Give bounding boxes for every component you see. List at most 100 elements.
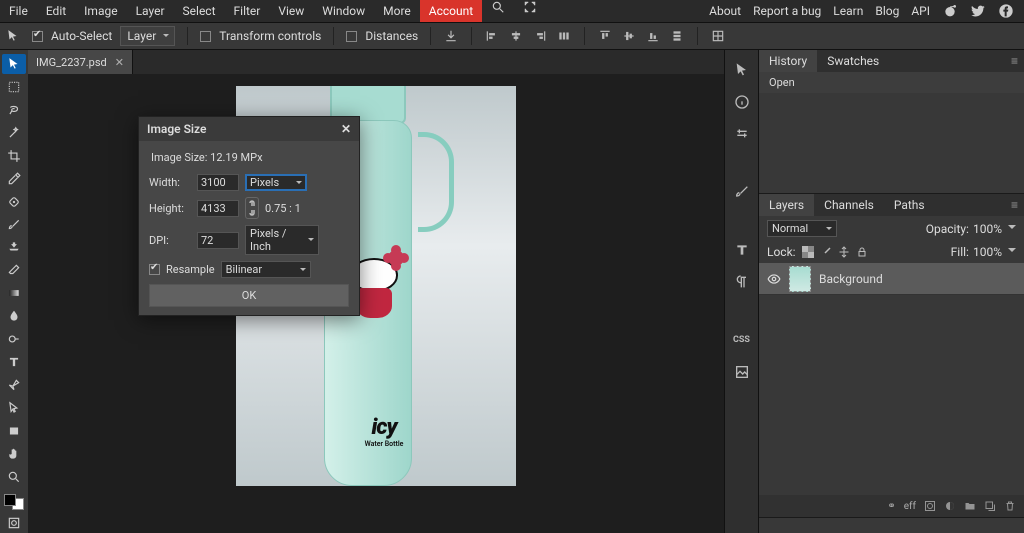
- canvas[interactable]: icyWater Bottle: [28, 74, 724, 533]
- new-folder-icon[interactable]: [964, 500, 976, 512]
- close-tab-icon[interactable]: ✕: [115, 56, 124, 69]
- menu-account[interactable]: Account: [420, 0, 482, 22]
- lock-transparent-icon[interactable]: [802, 246, 814, 258]
- reddit-icon[interactable]: [942, 3, 958, 19]
- fill-slider-icon[interactable]: [1008, 248, 1016, 256]
- tab-channels[interactable]: Channels: [814, 194, 884, 216]
- link-layers-icon[interactable]: ⚭: [887, 501, 895, 512]
- tool-type[interactable]: [2, 352, 26, 372]
- quickmask-icon[interactable]: [2, 513, 26, 533]
- layer-mask-icon[interactable]: [924, 500, 936, 512]
- panel-menu-icon[interactable]: ≡: [1005, 198, 1024, 212]
- align-more-icon[interactable]: [556, 28, 572, 44]
- layer-item[interactable]: Background: [759, 263, 1024, 295]
- tool-clone[interactable]: [2, 238, 26, 258]
- menubar-search-icon[interactable]: [482, 0, 514, 22]
- menu-edit[interactable]: Edit: [37, 0, 75, 22]
- dpi-input[interactable]: [197, 232, 239, 249]
- menu-file[interactable]: File: [0, 0, 37, 22]
- tool-eyedropper[interactable]: [2, 169, 26, 189]
- tool-blur[interactable]: [2, 306, 26, 326]
- opacity-value[interactable]: 100%: [973, 222, 1002, 236]
- color-swatch[interactable]: [4, 494, 24, 510]
- strip-info-icon[interactable]: [729, 90, 755, 114]
- tool-eraser[interactable]: [2, 260, 26, 280]
- distribute-more-icon[interactable]: [669, 28, 685, 44]
- tool-lasso[interactable]: [2, 100, 26, 120]
- tool-hand[interactable]: [2, 444, 26, 464]
- menu-more[interactable]: More: [374, 0, 420, 22]
- pixel-grid-icon[interactable]: [710, 28, 726, 44]
- tab-history[interactable]: History: [759, 50, 817, 72]
- strip-character-icon[interactable]: [729, 238, 755, 262]
- panel-menu-icon[interactable]: ≡: [1005, 54, 1024, 68]
- strip-adjust-icon[interactable]: [729, 122, 755, 146]
- lock-move-icon[interactable]: [838, 246, 850, 258]
- tab-paths[interactable]: Paths: [884, 194, 935, 216]
- resample-checkbox[interactable]: [149, 264, 160, 275]
- align-left-icon[interactable]: [484, 28, 500, 44]
- menu-layer[interactable]: Layer: [127, 0, 174, 22]
- link-reportbug[interactable]: Report a bug: [753, 4, 821, 18]
- lock-all-icon[interactable]: [856, 246, 868, 258]
- tab-layers[interactable]: Layers: [759, 194, 814, 216]
- tool-zoom[interactable]: [2, 467, 26, 487]
- delete-layer-icon[interactable]: [1004, 500, 1016, 512]
- strip-move-icon[interactable]: [729, 58, 755, 82]
- quick-export-icon[interactable]: [443, 28, 459, 44]
- twitter-icon[interactable]: [970, 3, 986, 19]
- tool-pen[interactable]: [2, 375, 26, 395]
- strip-paragraph-icon[interactable]: [729, 270, 755, 294]
- tool-crop[interactable]: [2, 146, 26, 166]
- tool-gradient[interactable]: [2, 283, 26, 303]
- menu-image[interactable]: Image: [75, 0, 126, 22]
- autoselect-checkbox[interactable]: [32, 31, 43, 42]
- tab-swatches[interactable]: Swatches: [817, 50, 889, 72]
- tool-wand[interactable]: [2, 123, 26, 143]
- link-learn[interactable]: Learn: [833, 4, 863, 18]
- history-item[interactable]: Open: [759, 72, 1024, 93]
- tool-move[interactable]: [2, 54, 26, 74]
- facebook-icon[interactable]: [998, 3, 1014, 19]
- menu-view[interactable]: View: [269, 0, 313, 22]
- align-top-icon[interactable]: [597, 28, 613, 44]
- opacity-slider-icon[interactable]: [1008, 225, 1016, 233]
- tool-dodge[interactable]: [2, 329, 26, 349]
- autoselect-target-dropdown[interactable]: Layer: [120, 26, 175, 46]
- link-blog[interactable]: Blog: [875, 4, 899, 18]
- fullscreen-icon[interactable]: [514, 0, 546, 22]
- strip-css-icon[interactable]: CSS: [729, 328, 755, 352]
- lock-brush-icon[interactable]: [820, 246, 832, 258]
- blend-mode-dropdown[interactable]: Normal: [767, 220, 837, 237]
- dpi-unit-dropdown[interactable]: Pixels / Inch: [245, 225, 319, 255]
- menu-select[interactable]: Select: [174, 0, 225, 22]
- layer-visibility-icon[interactable]: [767, 272, 781, 286]
- align-hcenter-icon[interactable]: [508, 28, 524, 44]
- width-input[interactable]: [197, 174, 239, 191]
- align-vcenter-icon[interactable]: [621, 28, 637, 44]
- width-unit-dropdown[interactable]: Pixels: [245, 174, 307, 191]
- transform-checkbox[interactable]: [200, 31, 211, 42]
- tool-healing[interactable]: [2, 192, 26, 212]
- tool-brush[interactable]: [2, 215, 26, 235]
- height-input[interactable]: [197, 200, 239, 217]
- align-right-icon[interactable]: [532, 28, 548, 44]
- ok-button[interactable]: OK: [149, 284, 349, 307]
- tool-path-select[interactable]: [2, 398, 26, 418]
- layer-effects-icon[interactable]: eff: [904, 501, 916, 512]
- menu-window[interactable]: Window: [313, 0, 374, 22]
- constrain-link-icon[interactable]: [245, 197, 259, 219]
- dialog-close-icon[interactable]: ✕: [341, 122, 351, 136]
- tool-shape[interactable]: [2, 421, 26, 441]
- strip-image-icon[interactable]: [729, 360, 755, 384]
- link-about[interactable]: About: [709, 4, 741, 18]
- strip-brush-icon[interactable]: [729, 180, 755, 204]
- document-tab[interactable]: IMG_2237.psd ✕: [28, 50, 133, 74]
- adjustment-layer-icon[interactable]: [944, 500, 956, 512]
- tool-marquee[interactable]: [2, 77, 26, 97]
- resample-method-dropdown[interactable]: Bilinear: [221, 261, 311, 278]
- align-bottom-icon[interactable]: [645, 28, 661, 44]
- new-layer-icon[interactable]: [984, 500, 996, 512]
- menu-filter[interactable]: Filter: [225, 0, 270, 22]
- link-api[interactable]: API: [911, 4, 930, 18]
